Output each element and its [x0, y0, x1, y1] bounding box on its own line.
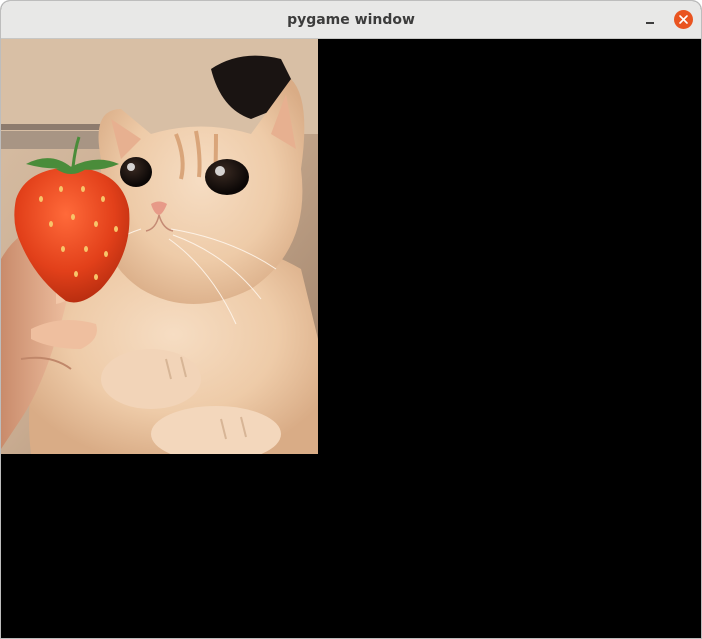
title-bar[interactable]: pygame window [1, 1, 701, 39]
minimize-button[interactable] [641, 11, 659, 29]
pygame-window: pygame window [0, 0, 702, 639]
window-title: pygame window [287, 12, 415, 28]
game-canvas[interactable] [1, 39, 701, 638]
close-button[interactable] [674, 10, 693, 29]
cat-with-strawberry-image [1, 39, 318, 454]
close-icon [679, 15, 688, 24]
minimize-icon [646, 22, 654, 24]
